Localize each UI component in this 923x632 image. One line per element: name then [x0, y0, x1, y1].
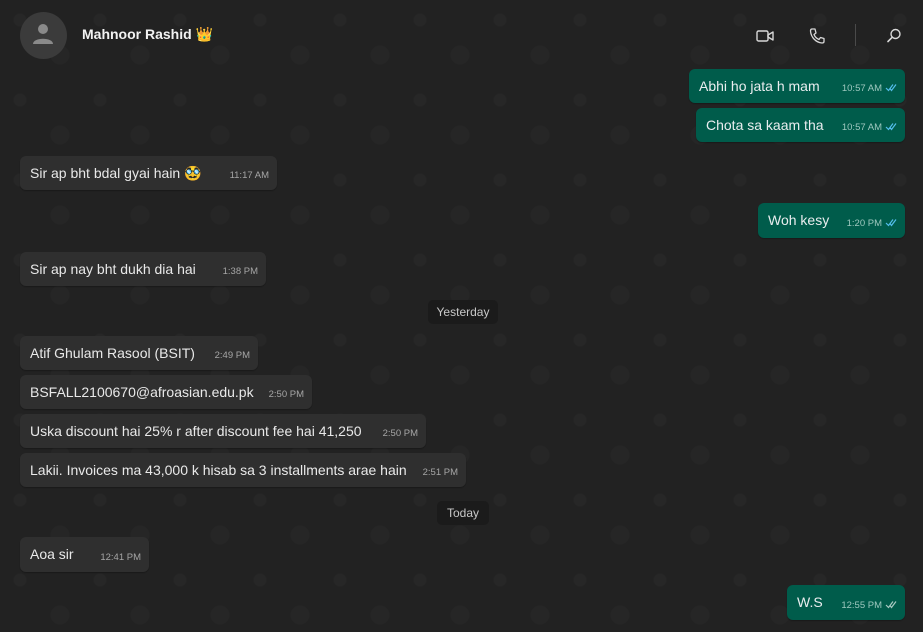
incoming-message[interactable]: Atif Ghulam Rasool (BSIT) 2:49 PM — [20, 336, 258, 370]
message-time: 2:51 PM — [422, 467, 458, 478]
default-user-icon — [33, 24, 53, 44]
incoming-message[interactable]: Aoa sir 12:41 PM — [20, 537, 149, 572]
message-time: 2:50 PM — [268, 389, 304, 400]
date-divider-today: Today — [437, 501, 489, 525]
date-divider-yesterday: Yesterday — [428, 300, 498, 324]
contact-name[interactable]: Mahnoor Rashid 👑 — [82, 26, 213, 43]
message-time: 12:41 PM — [100, 552, 141, 563]
double-check-icon — [885, 84, 897, 92]
incoming-message[interactable]: Sir ap nay bht dukh dia hai 1:38 PM — [20, 252, 266, 286]
outgoing-message[interactable]: Chota sa kaam tha 10:57 AM — [696, 108, 905, 142]
search-icon[interactable] — [884, 26, 904, 46]
incoming-message[interactable]: Lakii. Invoices ma 43,000 k hisab sa 3 i… — [20, 453, 466, 487]
double-check-icon — [885, 123, 897, 131]
incoming-message[interactable]: BSFALL2100670@afroasian.edu.pk 2:50 PM — [20, 375, 312, 409]
message-time: 10:57 AM — [842, 119, 897, 137]
message-time: 1:38 PM — [222, 266, 258, 277]
outgoing-message[interactable]: W.S 12:55 PM — [787, 585, 905, 620]
double-check-icon — [885, 601, 897, 609]
voice-call-icon[interactable] — [807, 26, 827, 46]
double-check-icon — [885, 219, 897, 227]
message-time: 2:49 PM — [214, 350, 250, 361]
message-time: 12:55 PM — [841, 597, 897, 615]
incoming-message[interactable]: Sir ap bht bdal gyai hain 🥸 11:17 AM — [20, 156, 277, 190]
incoming-message[interactable]: Uska discount hai 25% r after discount f… — [20, 414, 426, 448]
header-divider — [855, 24, 856, 46]
outgoing-message[interactable]: Abhi ho jata h mam 10:57 AM — [689, 69, 905, 103]
video-call-icon[interactable] — [755, 26, 775, 46]
message-time: 1:20 PM — [847, 215, 897, 233]
outgoing-message[interactable]: Woh kesy 1:20 PM — [758, 203, 905, 238]
message-time: 10:57 AM — [842, 80, 897, 98]
crown-emoji: 👑 — [195, 26, 213, 42]
message-time: 2:50 PM — [382, 428, 418, 439]
contact-avatar[interactable] — [20, 12, 67, 59]
chat-header: Mahnoor Rashid 👑 — [0, 0, 923, 70]
message-time: 11:17 AM — [229, 170, 269, 181]
